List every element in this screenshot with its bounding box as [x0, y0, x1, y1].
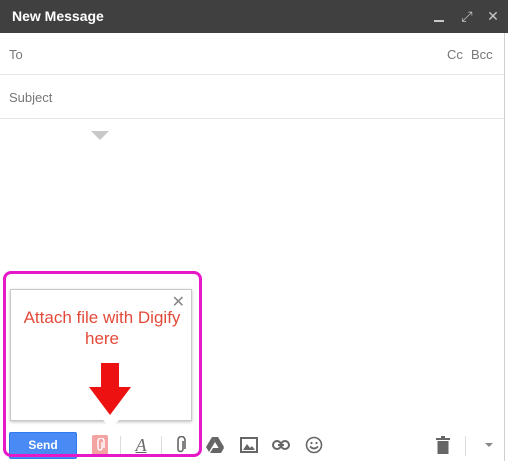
cc-link[interactable]: Cc	[447, 47, 463, 62]
toolbar-divider	[161, 436, 162, 456]
compose-toolbar: Send A	[0, 428, 504, 461]
format-text-icon[interactable]: A	[132, 435, 150, 455]
close-icon[interactable]: ✕	[486, 8, 500, 24]
popup-tail	[103, 420, 119, 428]
to-field[interactable]: To Cc Bcc	[0, 33, 504, 75]
popup-tail-border	[91, 131, 109, 140]
bcc-link[interactable]: Bcc	[471, 47, 493, 62]
compose-title-bar[interactable]: New Message ⤢ ✕	[0, 0, 508, 33]
digify-icon[interactable]	[92, 435, 108, 455]
photo-icon[interactable]	[240, 436, 258, 454]
expand-icon[interactable]: ⤢	[460, 8, 474, 24]
send-button[interactable]: Send	[9, 432, 77, 459]
subject-field[interactable]: Subject	[0, 75, 504, 119]
window-border	[504, 33, 505, 461]
attach-icon[interactable]	[172, 436, 190, 454]
digify-clip-glyph	[97, 438, 105, 451]
subject-label: Subject	[9, 90, 53, 105]
compose-title: New Message	[12, 8, 104, 24]
minimize-icon[interactable]	[432, 8, 446, 24]
more-options-icon[interactable]	[480, 436, 498, 454]
toolbar-divider	[120, 436, 121, 456]
toolbar-divider	[465, 436, 466, 456]
trash-icon[interactable]	[434, 436, 452, 454]
popup-message: Attach file with Digify here	[23, 308, 181, 348]
link-icon[interactable]	[272, 436, 290, 454]
to-label: To	[9, 47, 23, 62]
down-arrow-icon	[89, 363, 131, 415]
digify-tooltip-popup: ✕ Attach file with Digify here	[10, 289, 192, 428]
drive-icon[interactable]	[206, 436, 224, 454]
emoji-icon[interactable]	[305, 436, 323, 454]
